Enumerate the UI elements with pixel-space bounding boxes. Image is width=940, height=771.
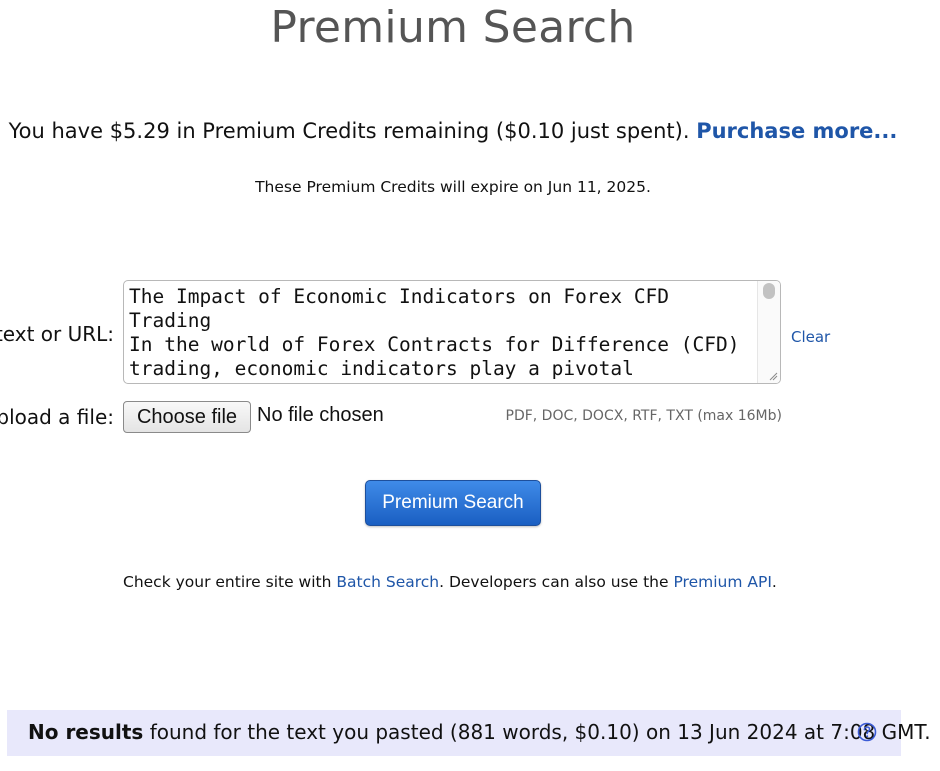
purchase-more-link[interactable]: Purchase more... [696,119,897,143]
credits-text: You have $5.29 in Premium Credits remain… [8,119,690,143]
info-middle: . Developers can also use the [439,573,674,591]
result-banner: No results found for the text you pasted… [7,710,931,756]
result-details: found for the text you pasted (881 words… [143,720,931,744]
result-status: No results [28,720,144,744]
batch-search-link[interactable]: Batch Search [336,573,439,591]
premium-search-button[interactable]: Premium Search [365,480,541,526]
choose-file-button[interactable]: Choose file [123,401,251,433]
no-file-chosen-text: No file chosen [257,404,384,426]
scrollbar-thumb[interactable] [763,283,775,299]
page-title: Premium Search [270,2,636,53]
text-or-url-label: text or URL: [0,322,114,346]
supported-formats-text: PDF, DOC, DOCX, RTF, TXT (max 16Mb) [505,408,783,424]
batch-info-line: Check your entire site with Batch Search… [123,573,777,591]
premium-api-link[interactable]: Premium API [673,573,771,591]
textarea-scrollbar[interactable] [757,281,780,383]
credits-line: You have $5.29 in Premium Credits remain… [0,119,906,143]
text-input-area[interactable]: The Impact of Economic Indicators on For… [123,280,781,384]
text-input-value[interactable]: The Impact of Economic Indicators on For… [129,285,754,381]
premium-search-page: Premium Search You have $5.29 in Premium… [0,0,940,771]
resize-handle-icon[interactable] [768,371,778,381]
clear-link[interactable]: Clear [791,328,830,346]
help-circle-icon[interactable] [857,722,877,742]
credits-expiry: These Premium Credits will expire on Jun… [255,178,651,196]
upload-file-label: upload a file: [0,405,114,429]
result-text: No results found for the text you pasted… [28,720,931,744]
info-prefix: Check your entire site with [123,573,337,591]
info-suffix: . [771,573,777,591]
